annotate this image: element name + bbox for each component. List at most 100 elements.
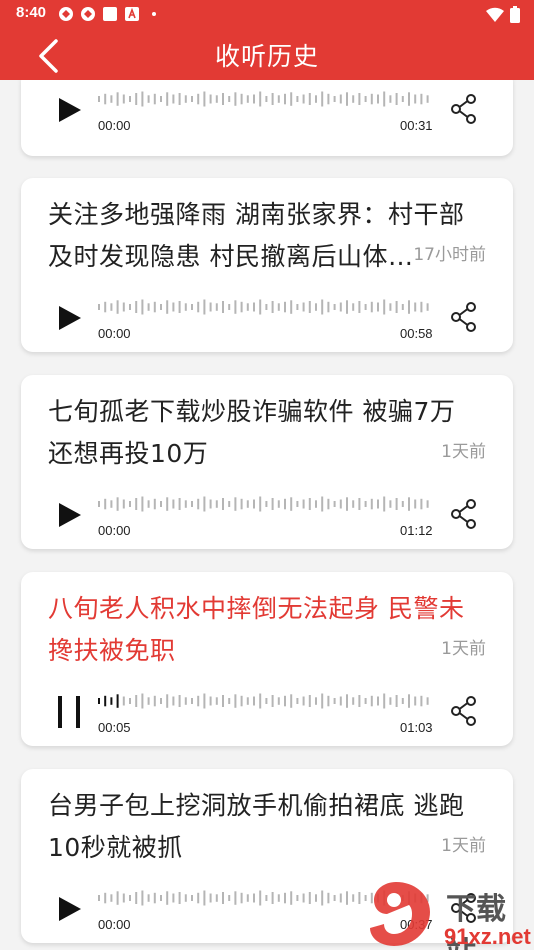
waveform-bar: [333, 96, 336, 102]
waveform-bar: [178, 498, 181, 510]
card-title[interactable]: 八旬老人积水中摔倒无法起身 民警未搀扶被免职: [48, 588, 468, 672]
waveform-bar: [197, 301, 200, 313]
waveform-bar: [240, 892, 243, 904]
waveform-bar: [315, 303, 317, 311]
waveform-bar: [240, 498, 243, 510]
waveform-bar: [98, 895, 100, 901]
waveform-bar: [203, 693, 206, 709]
app-bar: 收听历史: [0, 28, 534, 80]
waveform-bar: [339, 893, 342, 903]
waveform-bar: [426, 303, 429, 311]
waveform-bar: [321, 496, 324, 512]
waveform-bar: [209, 696, 212, 706]
waveform-bar: [141, 496, 144, 512]
watermark-emblem: [370, 882, 430, 946]
card-title[interactable]: 七旬孤老下载炒股诈骗软件 被骗7万还想再投10万: [48, 391, 468, 475]
waveform-bar: [153, 892, 156, 904]
current-position: 00:00: [98, 523, 131, 538]
card-title[interactable]: 台男子包上挖洞放手机偷拍裙底 逃跑10秒就被抓: [48, 785, 468, 869]
history-card-playing[interactable]: 八旬老人积水中摔倒无法起身 民警未搀扶被免职 1天前 00:05 01:03: [21, 572, 513, 746]
waveform-bar: [327, 301, 330, 313]
waveform-bar: [209, 893, 212, 903]
waveform-bar: [315, 95, 317, 103]
share-icon[interactable]: [451, 499, 477, 529]
waveform-bar: [364, 304, 367, 310]
share-icon[interactable]: [451, 696, 477, 726]
share-icon[interactable]: [451, 302, 477, 332]
waveform-bar: [302, 94, 305, 104]
waveform-bar: [122, 94, 125, 104]
waveform-bar: [222, 301, 224, 313]
waveform-bar: [308, 892, 311, 904]
waveform-bar: [110, 894, 113, 902]
waveform-bar: [352, 500, 355, 508]
waveform-bar: [284, 498, 286, 510]
waveform-bar-played: [110, 697, 113, 705]
waveform-bar: [321, 299, 324, 315]
status-notification-icons: [58, 6, 162, 22]
waveform-bar: [358, 301, 361, 313]
waveform-bar: [370, 93, 373, 105]
page-title: 收听历史: [214, 42, 319, 71]
card-time-ago: 1天前: [441, 442, 486, 462]
play-button[interactable]: [51, 497, 87, 533]
waveform-bar: [296, 96, 299, 102]
play-button[interactable]: [51, 92, 87, 128]
waveform-bar: [296, 895, 299, 901]
waveform-bar: [426, 697, 429, 705]
waveform-bar: [228, 698, 231, 704]
waveform-bar: [129, 304, 131, 310]
waveform-scrubber[interactable]: [98, 495, 436, 513]
waveform-bar: [166, 497, 169, 511]
waveform-bar: [352, 697, 355, 705]
waveform-bar: [203, 496, 206, 512]
waveform-bar: [346, 891, 348, 905]
waveform-bar: [98, 96, 100, 102]
waveform-bar: [215, 303, 218, 311]
waveform-bar: [222, 498, 224, 510]
waveform-bar: [160, 501, 162, 507]
waveform-bar: [259, 299, 262, 315]
waveform-scrubber[interactable]: [98, 298, 436, 316]
waveform-bar: [259, 890, 262, 906]
share-icon[interactable]: [451, 94, 477, 124]
history-card[interactable]: 七旬孤老下载炒股诈骗软件 被骗7万还想再投10万 1天前 00:00 01:12: [21, 375, 513, 549]
waveform-bar: [215, 95, 218, 103]
waveform-bar: [290, 300, 293, 314]
waveform-bar: [253, 696, 255, 706]
waveform-bar: [160, 698, 162, 704]
history-card[interactable]: 关注多地强降雨 湖南张家界：村干部及时发现隐患 村民撤离后山体… 17小时前 0…: [21, 178, 513, 352]
play-button[interactable]: [51, 300, 87, 336]
waveform-bar: [104, 93, 107, 105]
waveform-bar: [265, 895, 268, 901]
waveform-bar: [358, 93, 361, 105]
waveform-bar: [389, 500, 392, 508]
waveform-scrubber[interactable]: [98, 692, 436, 710]
waveform-bar: [203, 890, 206, 906]
waveform-bar: [377, 499, 379, 509]
waveform-bar: [147, 95, 150, 103]
waveform-bar: [408, 92, 410, 106]
waveform-bar: [129, 895, 131, 901]
waveform-bar: [333, 895, 336, 901]
waveform-bar: [377, 94, 379, 104]
current-position: 00:00: [98, 326, 131, 341]
card-title[interactable]: 关注多地强降雨 湖南张家界：村干部及时发现隐患 村民撤离后山体…: [48, 194, 468, 278]
waveform-scrubber[interactable]: [98, 90, 436, 108]
play-button[interactable]: [51, 891, 87, 927]
waveform-bar: [277, 95, 280, 103]
waveform-bar: [333, 501, 336, 507]
waveform-bar: [135, 695, 138, 707]
waveform-bar: [222, 892, 224, 904]
waveform-bar: [408, 694, 410, 708]
history-list[interactable]: 00:00 00:31 关注多地强降雨 湖南张家界：村干部及时发现隐患 村民撤离…: [0, 80, 534, 950]
card-time-ago: 17小时前: [413, 245, 486, 265]
duration: 00:58: [400, 326, 433, 341]
waveform-bar: [122, 696, 125, 706]
waveform-bar: [327, 695, 330, 707]
history-card[interactable]: 00:00 00:31: [21, 80, 513, 156]
waveform-bar: [426, 95, 429, 103]
waveform-bar: [209, 302, 212, 312]
pause-button[interactable]: [51, 694, 87, 730]
waveform-bar: [228, 895, 231, 901]
